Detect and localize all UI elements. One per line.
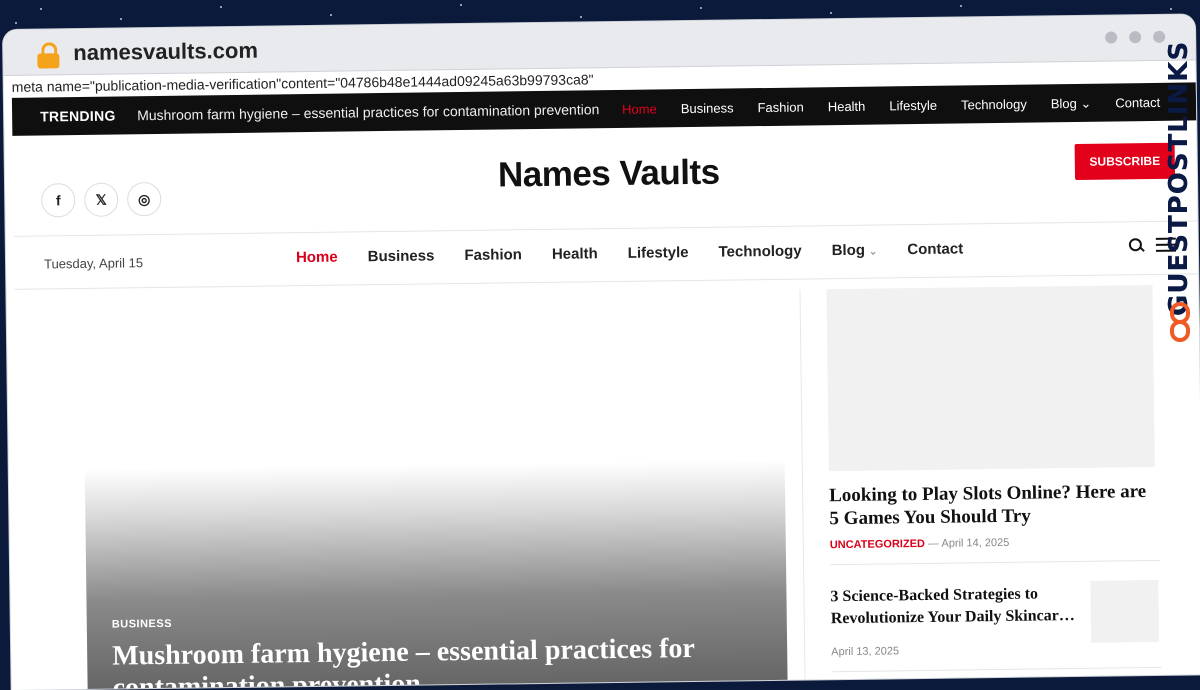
divider: [830, 559, 1161, 566]
topnav-business[interactable]: Business: [681, 100, 734, 117]
sidebar-post-category[interactable]: UNCATEGORIZED: [830, 538, 925, 551]
instagram-icon[interactable]: ◎: [127, 181, 162, 217]
window-dot-icon[interactable]: [1105, 31, 1118, 44]
sidebar-post-image[interactable]: [826, 284, 1155, 472]
nav-lifestyle[interactable]: Lifestyle: [628, 244, 689, 262]
nav-blog[interactable]: Blog ⌄: [831, 241, 878, 260]
sidebar-post-title[interactable]: Looking to Play Slots Online? Here are 5…: [829, 480, 1160, 530]
social-links: f 𝕏 ◎: [41, 181, 162, 218]
site-header: f 𝕏 ◎ Names Vaults SUBSCRIBE: [12, 120, 1198, 237]
trending-headline[interactable]: Mushroom farm hygiene – essential practi…: [137, 101, 599, 123]
watermark-text: GUESTPOSTLINKS: [1164, 40, 1194, 316]
sidebar-post-thumbnail[interactable]: [1090, 579, 1160, 643]
nav-health[interactable]: Health: [552, 245, 598, 263]
sidebar-post-date: — April 14, 2025: [927, 536, 1010, 550]
trending-label: TRENDING: [40, 107, 116, 125]
guestpostlinks-watermark: GUESTPOSTLINKS: [1162, 41, 1198, 356]
url-text[interactable]: namesvaults.com: [73, 38, 258, 66]
nav-contact[interactable]: Contact: [907, 240, 963, 258]
nav-fashion[interactable]: Fashion: [464, 246, 522, 264]
link-logo-icon: [1170, 302, 1192, 348]
topnav-health[interactable]: Health: [828, 99, 866, 115]
search-icon[interactable]: [1129, 238, 1145, 254]
nav-business[interactable]: Business: [368, 247, 435, 265]
topnav-lifestyle[interactable]: Lifestyle: [889, 98, 937, 115]
window-dot-icon[interactable]: [1129, 31, 1142, 44]
subscribe-button[interactable]: SUBSCRIBE: [1074, 142, 1176, 180]
lock-icon: [37, 42, 60, 69]
chevron-down-icon: ⌄: [868, 246, 878, 258]
window-controls: [1105, 30, 1166, 44]
top-nav: Home Business Fashion Health Lifestyle T…: [622, 95, 1160, 118]
topnav-technology[interactable]: Technology: [961, 97, 1027, 114]
topnav-home[interactable]: Home: [622, 101, 657, 117]
current-date: Tuesday, April 15: [43, 255, 144, 272]
topnav-blog[interactable]: Blog ⌄: [1051, 96, 1092, 113]
hero-featured-post[interactable]: BUSINESS Mushroom farm hygiene – essenti…: [84, 459, 788, 690]
nav-home[interactable]: Home: [296, 249, 338, 267]
nav-technology[interactable]: Technology: [718, 243, 801, 261]
topnav-blog-label: Blog: [1050, 95, 1077, 112]
x-icon[interactable]: 𝕏: [84, 182, 119, 217]
main-content: BUSINESS Mushroom farm hygiene – essenti…: [14, 274, 1200, 690]
topnav-fashion[interactable]: Fashion: [757, 100, 803, 117]
sidebar-post-date: April 13, 2025: [831, 645, 900, 659]
site-title[interactable]: Names Vaults: [498, 153, 720, 196]
topnav-contact[interactable]: Contact: [1115, 95, 1160, 112]
sidebar-post-title[interactable]: 3 Science-Backed Strategies to Revolutio…: [830, 583, 1076, 630]
sidebar-post-meta: UNCATEGORIZED — April 14, 2025: [830, 537, 1010, 551]
main-nav-links: Home Business Fashion Health Lifestyle T…: [296, 240, 963, 266]
facebook-icon[interactable]: f: [41, 183, 76, 218]
hero-title[interactable]: Mushroom farm hygiene – essential practi…: [112, 632, 753, 690]
nav-blog-label: Blog: [831, 241, 866, 260]
hero-category[interactable]: BUSINESS: [112, 618, 172, 631]
column-divider: [799, 289, 806, 690]
browser-window: namesvaults.com meta name="publication-m…: [3, 14, 1200, 690]
chevron-down-icon: ⌄: [1080, 95, 1092, 111]
